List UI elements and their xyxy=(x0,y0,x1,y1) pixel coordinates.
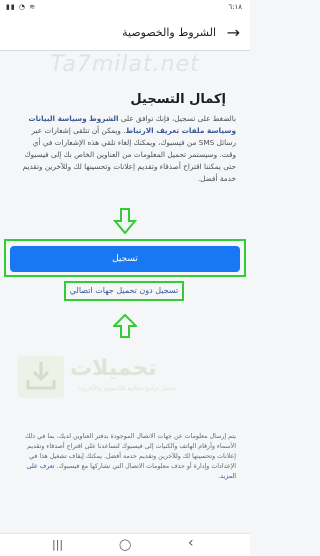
register-button[interactable]: تسجيل xyxy=(10,246,240,272)
register-without-contacts-link[interactable]: تسجيل دون تحميل جهات اتصالي xyxy=(64,281,184,301)
watermark-logo-name: تحميلات xyxy=(70,356,157,381)
page-title: الشروط والخصوصية xyxy=(122,26,216,39)
app-header: → الشروط والخصوصية xyxy=(0,16,250,51)
watermark-logo-icon xyxy=(18,356,64,398)
status-time: ٦:١٨ xyxy=(228,3,242,11)
back-icon[interactable]: ‹ xyxy=(188,535,194,551)
up-arrow-annotation-icon xyxy=(113,314,137,338)
recents-icon[interactable]: ||| xyxy=(52,538,63,551)
contacts-info-text: يتم إرسال معلومات عن جهات الاتصال الموجو… xyxy=(14,432,236,482)
terms-text-part: بالضغط على تسجيل، فإنك توافق على xyxy=(118,114,236,123)
terms-text: بالضغط على تسجيل، فإنك توافق على الشروط … xyxy=(14,113,236,185)
home-icon[interactable]: ◯ xyxy=(119,538,131,551)
card-title: إكمال التسجيل xyxy=(130,92,226,107)
status-icons: ▮▮ ◔ ≋ xyxy=(6,3,37,11)
system-nav-bar: ||| ◯ ‹ xyxy=(0,533,250,556)
down-arrow-annotation-icon xyxy=(113,208,137,234)
status-bar: ▮▮ ◔ ≋ ٦:١٨ xyxy=(0,0,250,16)
arrow-right-icon[interactable]: → xyxy=(227,23,240,42)
contacts-info-body: يتم إرسال معلومات عن جهات الاتصال الموجو… xyxy=(25,433,236,470)
watermark-text: Ta7milat.net xyxy=(50,52,200,77)
watermark-logo-tagline: تحميل برامج مجانية للكمبيوتر والأندرويد xyxy=(78,385,177,392)
